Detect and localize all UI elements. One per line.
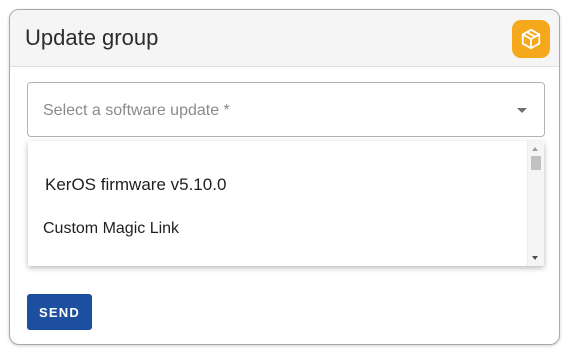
- software-update-select[interactable]: Select a software update *: [27, 82, 545, 137]
- select-placeholder: Select a software update *: [43, 102, 230, 119]
- dropdown-option-custom-magic-link[interactable]: Custom Magic Link: [43, 219, 526, 239]
- scrollbar-thumb[interactable]: [531, 156, 541, 170]
- cube-badge: [512, 20, 550, 58]
- dropdown-option-keros-firmware[interactable]: KerOS firmware v5.10.0: [45, 175, 526, 195]
- scroll-up-arrow-icon[interactable]: [532, 147, 538, 151]
- scroll-down-arrow-icon[interactable]: [532, 256, 538, 260]
- caret-down-icon[interactable]: [517, 108, 527, 113]
- cube-icon: [521, 28, 541, 50]
- send-button[interactable]: SEND: [27, 294, 92, 330]
- software-update-dropdown: KerOS firmware v5.10.0 Custom Magic Link: [28, 141, 544, 266]
- update-group-card: Update group Select a software update * …: [9, 9, 560, 345]
- dropdown-scrollbar[interactable]: [527, 141, 544, 266]
- card-title: Update group: [25, 25, 159, 50]
- card-header: Update group: [10, 10, 559, 67]
